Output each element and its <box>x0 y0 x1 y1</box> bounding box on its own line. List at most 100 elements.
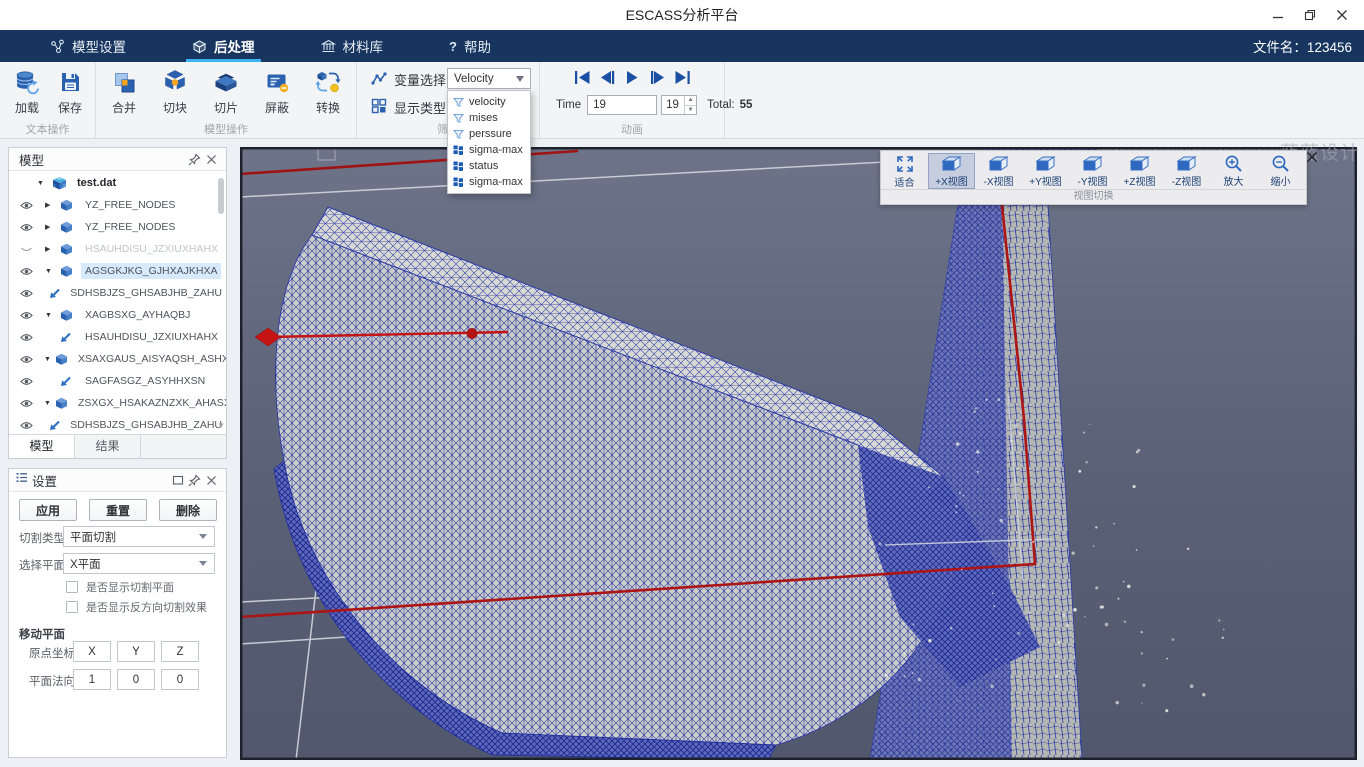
expander-icon[interactable]: ▶ <box>45 223 56 231</box>
eye-icon[interactable] <box>20 421 33 430</box>
close-button[interactable] <box>1326 0 1358 30</box>
expander-icon[interactable]: ▼ <box>45 312 56 319</box>
tree-row[interactable]: ▼XAGBSXG_AYHAQBJ <box>9 304 226 326</box>
eye-icon[interactable] <box>20 399 33 408</box>
tree-row[interactable]: ▼ ZSXGX_HSAKAZNZXK_AHASX <box>9 392 226 414</box>
origin-x-field[interactable] <box>73 641 111 662</box>
merge-button[interactable]: 合并 <box>101 68 147 116</box>
tree-row[interactable]: ▶YZ_FREE_NODES <box>9 216 226 238</box>
play-button[interactable] <box>624 71 641 84</box>
dropdown-option[interactable]: status <box>448 158 530 174</box>
tree-item-label: ZSXGX_HSAKAZNZXK_AHASX <box>74 395 226 411</box>
scroll-down-icon[interactable]: ▼ <box>217 421 225 430</box>
viewport-3d[interactable]: 蓝蓝设计 www.lanlanwork.com 适合+X视图-X视图+Y视图-Y… <box>240 147 1357 760</box>
display-type-row[interactable]: 显示类型 <box>371 98 446 117</box>
save-button[interactable]: 保存 <box>47 68 93 116</box>
cut-block-button[interactable]: 切块 <box>152 68 198 116</box>
reset-button[interactable]: 重置 <box>89 499 147 521</box>
menu-material-library[interactable]: 材料库 <box>317 30 388 62</box>
tree-row[interactable]: HSAUHDISU_JZXIUXHAHX <box>9 326 226 348</box>
origin-y-field[interactable] <box>117 641 155 662</box>
tree-row[interactable]: ▼XSAXGAUS_AISYAQSH_ASHX <box>9 348 226 370</box>
expander-icon[interactable]: ▼ <box>37 180 48 187</box>
tree-row[interactable]: ▶HSAUHDISU_JZXIUXHAHX <box>9 238 226 260</box>
skip-to-end-button[interactable] <box>674 71 691 84</box>
eye-icon[interactable] <box>20 201 34 210</box>
eye-icon[interactable] <box>20 377 34 386</box>
plane-select[interactable]: X平面 <box>63 553 215 574</box>
spinner-down-icon[interactable]: ▼ <box>685 105 696 115</box>
variable-select-row[interactable]: 变量选择 <box>371 70 446 89</box>
apply-button[interactable]: 应用 <box>19 499 77 521</box>
normal-z-field[interactable] <box>161 669 199 690</box>
view-button[interactable]: -Y视图 <box>1069 153 1116 189</box>
pin-icon[interactable] <box>186 151 203 168</box>
tree-row[interactable]: ▼AGSGKJKG_GJHXAJKHXA <box>9 260 226 282</box>
menu-model-settings[interactable]: 模型设置 <box>46 30 130 62</box>
frame-spinner[interactable]: 19 ▲▼ <box>661 95 697 115</box>
dropdown-option[interactable]: velocity <box>448 94 530 110</box>
spinner-up-icon[interactable]: ▲ <box>685 96 696 105</box>
view-button[interactable]: +Y视图 <box>1022 153 1069 189</box>
step-back-button[interactable] <box>599 71 616 84</box>
tree-row[interactable]: SAGFASGZ_ASYHHXSN <box>9 370 226 392</box>
menu-post-process[interactable]: 后处理 <box>188 30 259 62</box>
dropdown-option[interactable]: perssure <box>448 126 530 142</box>
view-button[interactable]: -X视图 <box>975 153 1022 189</box>
eye-icon[interactable] <box>20 267 34 276</box>
view-button[interactable]: -Z视图 <box>1163 153 1210 189</box>
expander-icon[interactable]: ▶ <box>45 201 56 209</box>
normal-x-field[interactable] <box>73 669 111 690</box>
convert-button[interactable]: 转换 <box>305 68 351 116</box>
dropdown-option[interactable]: sigma-max <box>448 174 530 190</box>
dropdown-option[interactable]: sigma-max <box>448 142 530 158</box>
float-panel-icon[interactable] <box>169 472 186 489</box>
view-toolbar-close-icon[interactable] <box>1306 150 1320 164</box>
origin-z-field[interactable] <box>161 641 199 662</box>
eye-closed-icon[interactable] <box>20 245 34 254</box>
expander-icon[interactable]: ▼ <box>44 400 51 407</box>
show-cut-plane-checkbox[interactable] <box>66 581 78 593</box>
tree-row[interactable]: ▼test.dat <box>9 172 226 194</box>
minimize-button[interactable] <box>1262 0 1294 30</box>
tree-row[interactable]: SDHSBJZS_GHSABJHB_ZAHU <box>9 282 226 304</box>
tree-row[interactable]: SDHSBJZS_GHSABJHB_ZAHU <box>9 414 226 436</box>
variable-combobox[interactable]: Velocity <box>447 68 531 89</box>
eye-icon[interactable] <box>20 223 34 232</box>
tree-scrollbar[interactable] <box>217 176 225 424</box>
step-forward-button[interactable] <box>649 71 666 84</box>
settings-panel-close-icon[interactable] <box>203 472 220 489</box>
cut-type-select[interactable]: 平面切割 <box>63 526 215 547</box>
view-button-label: 放大 <box>1224 173 1244 188</box>
view-button[interactable]: 适合 <box>881 153 928 189</box>
normal-y-field[interactable] <box>117 669 155 690</box>
reverse-cut-checkbox[interactable] <box>66 601 78 613</box>
slice-button[interactable]: 切片 <box>203 68 249 116</box>
expander-icon[interactable]: ▼ <box>44 356 51 363</box>
delete-button[interactable]: 删除 <box>159 499 217 521</box>
menu-help[interactable]: ? 帮助 <box>445 30 495 62</box>
expander-icon[interactable]: ▼ <box>45 268 56 275</box>
mask-button[interactable]: 屏蔽 <box>254 68 300 116</box>
load-button[interactable]: 加载 <box>4 68 50 116</box>
view-button[interactable]: +Z视图 <box>1116 153 1163 189</box>
tree-scrollbar-thumb[interactable] <box>218 178 224 214</box>
view-button[interactable]: +X视图 <box>928 153 975 189</box>
eye-icon[interactable] <box>20 311 34 320</box>
restore-button[interactable] <box>1294 0 1326 30</box>
model-panel-close-icon[interactable] <box>203 151 220 168</box>
eye-icon[interactable] <box>20 333 34 342</box>
expander-icon[interactable]: ▶ <box>45 245 56 253</box>
tree-row[interactable]: ▶YZ_FREE_NODES <box>9 194 226 216</box>
dropdown-option[interactable]: mises <box>448 110 530 126</box>
viewport-3d-scene[interactable] <box>240 147 1357 760</box>
skip-to-start-button[interactable] <box>574 71 591 84</box>
pin-icon[interactable] <box>186 472 203 489</box>
tab-results[interactable]: 结果 <box>75 435 141 458</box>
eye-icon[interactable] <box>20 355 33 364</box>
view-button[interactable]: 放大 <box>1210 153 1257 189</box>
tab-model[interactable]: 模型 <box>9 435 75 458</box>
eye-icon[interactable] <box>20 289 33 298</box>
time-input[interactable] <box>587 95 657 115</box>
view-button[interactable]: 缩小 <box>1257 153 1304 189</box>
